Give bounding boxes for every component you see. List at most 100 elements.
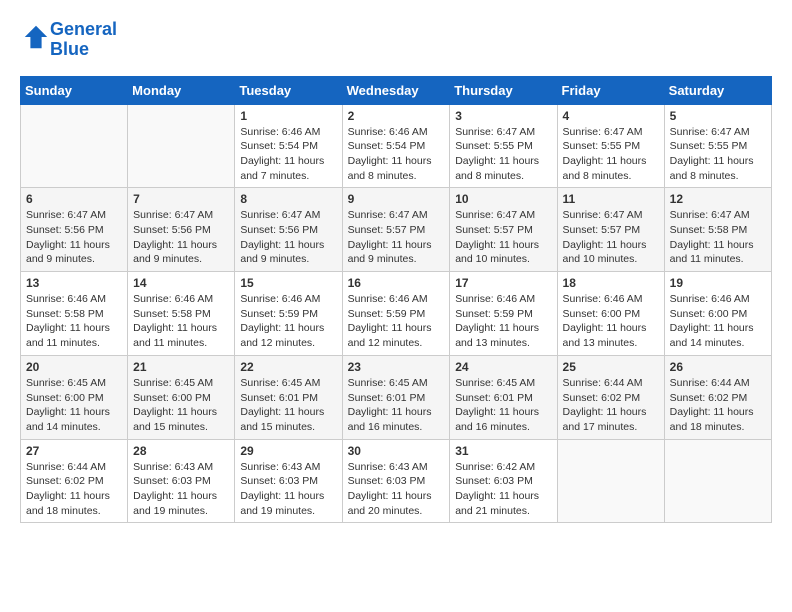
day-number: 1 [240, 109, 336, 123]
daylight-text: Daylight: 11 hours and 15 minutes. [133, 405, 229, 434]
day-number: 27 [26, 444, 122, 458]
daylight-text: Daylight: 11 hours and 9 minutes. [133, 238, 229, 267]
sunrise-text: Sunrise: 6:44 AM [563, 376, 659, 391]
calendar-cell: 18 Sunrise: 6:46 AM Sunset: 6:00 PM Dayl… [557, 272, 664, 356]
calendar-cell: 11 Sunrise: 6:47 AM Sunset: 5:57 PM Dayl… [557, 188, 664, 272]
calendar-cell: 4 Sunrise: 6:47 AM Sunset: 5:55 PM Dayli… [557, 104, 664, 188]
daylight-text: Daylight: 11 hours and 16 minutes. [348, 405, 445, 434]
sunset-text: Sunset: 6:01 PM [455, 391, 551, 406]
day-number: 7 [133, 192, 229, 206]
cell-info: Sunrise: 6:44 AM Sunset: 6:02 PM Dayligh… [670, 376, 766, 435]
daylight-text: Daylight: 11 hours and 19 minutes. [133, 489, 229, 518]
sunrise-text: Sunrise: 6:46 AM [455, 292, 551, 307]
sunrise-text: Sunrise: 6:43 AM [240, 460, 336, 475]
day-number: 12 [670, 192, 766, 206]
cell-info: Sunrise: 6:44 AM Sunset: 6:02 PM Dayligh… [26, 460, 122, 519]
sunset-text: Sunset: 5:55 PM [455, 139, 551, 154]
daylight-text: Daylight: 11 hours and 18 minutes. [670, 405, 766, 434]
daylight-text: Daylight: 11 hours and 9 minutes. [348, 238, 445, 267]
calendar-week-row: 27 Sunrise: 6:44 AM Sunset: 6:02 PM Dayl… [21, 439, 772, 523]
calendar-cell: 10 Sunrise: 6:47 AM Sunset: 5:57 PM Dayl… [450, 188, 557, 272]
calendar-cell [21, 104, 128, 188]
daylight-text: Daylight: 11 hours and 12 minutes. [348, 321, 445, 350]
sunrise-text: Sunrise: 6:46 AM [240, 292, 336, 307]
header-wednesday: Wednesday [342, 76, 450, 104]
cell-info: Sunrise: 6:43 AM Sunset: 6:03 PM Dayligh… [348, 460, 445, 519]
sunrise-text: Sunrise: 6:43 AM [133, 460, 229, 475]
daylight-text: Daylight: 11 hours and 11 minutes. [26, 321, 122, 350]
calendar-cell: 23 Sunrise: 6:45 AM Sunset: 6:01 PM Dayl… [342, 355, 450, 439]
daylight-text: Daylight: 11 hours and 13 minutes. [455, 321, 551, 350]
sunset-text: Sunset: 6:02 PM [670, 391, 766, 406]
calendar-table: Sunday Monday Tuesday Wednesday Thursday… [20, 76, 772, 524]
sunrise-text: Sunrise: 6:44 AM [670, 376, 766, 391]
calendar-cell: 29 Sunrise: 6:43 AM Sunset: 6:03 PM Dayl… [235, 439, 342, 523]
cell-info: Sunrise: 6:43 AM Sunset: 6:03 PM Dayligh… [133, 460, 229, 519]
cell-info: Sunrise: 6:47 AM Sunset: 5:55 PM Dayligh… [455, 125, 551, 184]
calendar-cell: 27 Sunrise: 6:44 AM Sunset: 6:02 PM Dayl… [21, 439, 128, 523]
calendar-week-row: 20 Sunrise: 6:45 AM Sunset: 6:00 PM Dayl… [21, 355, 772, 439]
calendar-cell: 20 Sunrise: 6:45 AM Sunset: 6:00 PM Dayl… [21, 355, 128, 439]
daylight-text: Daylight: 11 hours and 19 minutes. [240, 489, 336, 518]
sunrise-text: Sunrise: 6:45 AM [26, 376, 122, 391]
day-number: 6 [26, 192, 122, 206]
calendar-cell [664, 439, 771, 523]
day-number: 29 [240, 444, 336, 458]
page-header: General Blue [20, 20, 772, 60]
day-number: 30 [348, 444, 445, 458]
calendar-cell: 22 Sunrise: 6:45 AM Sunset: 6:01 PM Dayl… [235, 355, 342, 439]
day-number: 19 [670, 276, 766, 290]
sunset-text: Sunset: 5:59 PM [455, 307, 551, 322]
sunset-text: Sunset: 6:00 PM [563, 307, 659, 322]
sunrise-text: Sunrise: 6:47 AM [455, 125, 551, 140]
day-number: 16 [348, 276, 445, 290]
day-number: 15 [240, 276, 336, 290]
calendar-cell: 21 Sunrise: 6:45 AM Sunset: 6:00 PM Dayl… [128, 355, 235, 439]
sunrise-text: Sunrise: 6:45 AM [348, 376, 445, 391]
cell-info: Sunrise: 6:47 AM Sunset: 5:56 PM Dayligh… [240, 208, 336, 267]
sunset-text: Sunset: 6:03 PM [455, 474, 551, 489]
day-number: 17 [455, 276, 551, 290]
sunrise-text: Sunrise: 6:46 AM [348, 125, 445, 140]
sunset-text: Sunset: 6:00 PM [133, 391, 229, 406]
sunrise-text: Sunrise: 6:47 AM [455, 208, 551, 223]
sunset-text: Sunset: 5:56 PM [240, 223, 336, 238]
daylight-text: Daylight: 11 hours and 11 minutes. [670, 238, 766, 267]
sunset-text: Sunset: 5:56 PM [133, 223, 229, 238]
sunrise-text: Sunrise: 6:47 AM [670, 208, 766, 223]
calendar-cell: 2 Sunrise: 6:46 AM Sunset: 5:54 PM Dayli… [342, 104, 450, 188]
calendar-cell: 15 Sunrise: 6:46 AM Sunset: 5:59 PM Dayl… [235, 272, 342, 356]
day-number: 3 [455, 109, 551, 123]
calendar-cell: 28 Sunrise: 6:43 AM Sunset: 6:03 PM Dayl… [128, 439, 235, 523]
daylight-text: Daylight: 11 hours and 14 minutes. [26, 405, 122, 434]
sunrise-text: Sunrise: 6:46 AM [563, 292, 659, 307]
daylight-text: Daylight: 11 hours and 9 minutes. [26, 238, 122, 267]
sunrise-text: Sunrise: 6:47 AM [670, 125, 766, 140]
sunset-text: Sunset: 5:54 PM [240, 139, 336, 154]
sunset-text: Sunset: 6:02 PM [563, 391, 659, 406]
sunrise-text: Sunrise: 6:47 AM [240, 208, 336, 223]
day-number: 31 [455, 444, 551, 458]
day-number: 13 [26, 276, 122, 290]
day-number: 9 [348, 192, 445, 206]
sunrise-text: Sunrise: 6:45 AM [455, 376, 551, 391]
calendar-cell: 3 Sunrise: 6:47 AM Sunset: 5:55 PM Dayli… [450, 104, 557, 188]
sunset-text: Sunset: 5:57 PM [455, 223, 551, 238]
cell-info: Sunrise: 6:46 AM Sunset: 5:58 PM Dayligh… [26, 292, 122, 351]
day-number: 23 [348, 360, 445, 374]
day-number: 20 [26, 360, 122, 374]
daylight-text: Daylight: 11 hours and 7 minutes. [240, 154, 336, 183]
daylight-text: Daylight: 11 hours and 8 minutes. [348, 154, 445, 183]
header-friday: Friday [557, 76, 664, 104]
calendar-cell: 5 Sunrise: 6:47 AM Sunset: 5:55 PM Dayli… [664, 104, 771, 188]
sunrise-text: Sunrise: 6:44 AM [26, 460, 122, 475]
cell-info: Sunrise: 6:46 AM Sunset: 6:00 PM Dayligh… [670, 292, 766, 351]
daylight-text: Daylight: 11 hours and 9 minutes. [240, 238, 336, 267]
logo-icon [22, 23, 50, 51]
calendar-cell: 6 Sunrise: 6:47 AM Sunset: 5:56 PM Dayli… [21, 188, 128, 272]
calendar-cell [557, 439, 664, 523]
cell-info: Sunrise: 6:47 AM Sunset: 5:57 PM Dayligh… [348, 208, 445, 267]
day-number: 18 [563, 276, 659, 290]
day-number: 8 [240, 192, 336, 206]
sunrise-text: Sunrise: 6:46 AM [26, 292, 122, 307]
